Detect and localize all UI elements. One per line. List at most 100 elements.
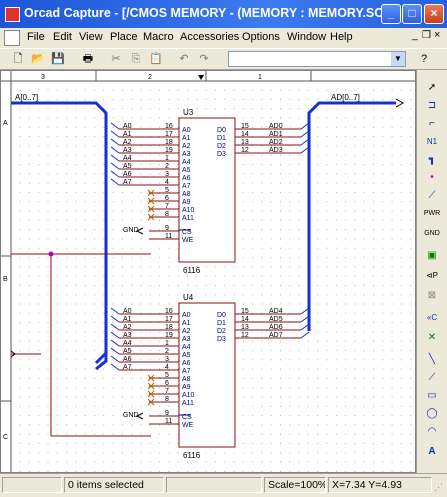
pin-name: WE: [182, 237, 194, 244]
redo-icon[interactable]: ↷: [196, 51, 212, 67]
net-label: A0: [123, 308, 132, 315]
menu-place[interactable]: Place: [110, 31, 138, 43]
print-icon[interactable]: 🖶: [80, 51, 96, 67]
hier-port-icon[interactable]: ⊲P: [423, 268, 441, 284]
net-label: A4: [123, 340, 132, 347]
copy-icon[interactable]: ⎘: [128, 51, 144, 67]
menu-bar: File Edit View Place Macro Accessories O…: [0, 28, 447, 48]
close-button[interactable]: ×: [424, 4, 444, 24]
menu-options[interactable]: Options: [242, 31, 280, 43]
no-connect-icon[interactable]: ✕: [423, 330, 441, 346]
pin-name: A7: [182, 183, 191, 190]
junction-icon[interactable]: •: [423, 170, 441, 186]
pin-name: A11: [182, 215, 194, 222]
gnd-label: GND: [123, 227, 139, 234]
status-items-selected: 0 items selected: [64, 477, 164, 493]
wire-icon[interactable]: ⌐: [423, 116, 441, 132]
doc-icon[interactable]: [4, 30, 20, 46]
rectangle-icon[interactable]: ▭: [423, 388, 441, 404]
undo-icon[interactable]: ↶: [176, 51, 192, 67]
power-icon[interactable]: PWR: [423, 206, 441, 222]
polyline-icon[interactable]: ⟋: [423, 370, 441, 386]
pin-name: A5: [182, 167, 191, 174]
open-icon[interactable]: 📂: [30, 51, 46, 67]
pin-number: 1: [165, 340, 169, 347]
net-label: AD6: [269, 324, 283, 331]
net-label: AD7: [269, 332, 283, 339]
ground-icon[interactable]: GND: [423, 226, 441, 242]
pin-name: WE: [182, 422, 194, 429]
net-label: A5: [123, 348, 132, 355]
maximize-button[interactable]: □: [402, 4, 422, 24]
net-label: A1: [123, 131, 132, 138]
menu-window[interactable]: Window: [287, 31, 326, 43]
minimize-button[interactable]: _: [381, 4, 401, 24]
paste-icon[interactable]: 📋: [148, 51, 164, 67]
save-icon[interactable]: 💾: [50, 51, 66, 67]
pin-number: 7: [165, 203, 169, 210]
pin-number: 8: [165, 211, 169, 218]
resize-grip-icon[interactable]: ⋰: [434, 482, 443, 493]
bus-right-label: AD[0..7]: [331, 93, 360, 102]
ellipse-icon[interactable]: ◯: [423, 406, 441, 422]
pin-name: D3: [217, 336, 226, 343]
text-icon[interactable]: A: [423, 444, 441, 460]
pin-name: A9: [182, 384, 191, 391]
hier-pin-icon[interactable]: ⊠: [423, 288, 441, 304]
chip-ref: U3: [183, 108, 194, 117]
arc-icon[interactable]: ◠: [423, 424, 441, 440]
pin-number: 5: [165, 187, 169, 194]
schematic-canvas[interactable]: 3 2 1 A B C A[0..7] AD[0..7] U3 6116 A0 16 A0…: [0, 70, 416, 473]
line-icon[interactable]: ╲: [423, 352, 441, 368]
pin-name: A10: [182, 392, 195, 399]
part-combo[interactable]: ▼: [228, 51, 406, 67]
pin-number: 15: [241, 123, 249, 130]
pin-name: A4: [182, 344, 191, 351]
pin-number: 3: [165, 171, 169, 178]
net-label: AD2: [269, 139, 283, 146]
part-icon[interactable]: ⊐: [423, 98, 441, 114]
pin-name: A3: [182, 336, 191, 343]
pin-number: 19: [165, 147, 173, 154]
mdi-close-button[interactable]: ×: [434, 29, 440, 41]
pin-number: 16: [165, 123, 173, 130]
menu-view[interactable]: View: [79, 31, 103, 43]
menu-accessories[interactable]: Accessories: [180, 31, 239, 43]
pin-number: 1: [165, 155, 169, 162]
pin-name: A10: [182, 207, 195, 214]
chevron-down-icon[interactable]: ▼: [391, 52, 405, 66]
menu-macro[interactable]: Macro: [143, 31, 174, 43]
net-label: A5: [123, 163, 132, 170]
bus-icon[interactable]: ┓: [423, 152, 441, 168]
net-label: A7: [123, 364, 132, 371]
net-alias-icon[interactable]: N1: [423, 134, 441, 150]
border-letter-a: A: [3, 120, 8, 127]
bus-entry-icon[interactable]: ⟋: [423, 188, 441, 204]
help-icon[interactable]: ?: [416, 51, 432, 67]
mdi-restore-button[interactable]: ❐: [422, 30, 431, 41]
menu-edit[interactable]: Edit: [53, 31, 72, 43]
net-label: A3: [123, 147, 132, 154]
pin-name: A1: [182, 135, 191, 142]
net-label: A6: [123, 356, 132, 363]
pin-number: 14: [241, 316, 249, 323]
new-icon[interactable]: 🗋: [10, 51, 26, 67]
hier-block-icon[interactable]: ▣: [423, 248, 441, 264]
pin-number: 9: [165, 225, 169, 232]
pin-number: 6: [165, 380, 169, 387]
menu-file[interactable]: File: [27, 31, 45, 43]
select-icon[interactable]: ➚: [423, 80, 441, 96]
off-page-icon[interactable]: «C: [423, 310, 441, 326]
pin-name: A2: [182, 328, 191, 335]
cut-icon[interactable]: ✂: [108, 51, 124, 67]
schematic-drawing[interactable]: 3 2 1 A B C A[0..7] AD[0..7] U36116A016A0…: [1, 71, 415, 472]
pin-name: A5: [182, 352, 191, 359]
window-title: Orcad Capture - [/CMOS MEMORY - (MEMORY …: [24, 6, 401, 20]
mdi-minimize-button[interactable]: _: [412, 30, 418, 41]
pin-number: 12: [241, 147, 249, 154]
net-label: AD1: [269, 131, 283, 138]
menu-help[interactable]: Help: [330, 31, 353, 43]
main-toolbar: 🗋 📂 💾 🖶 ✂ ⎘ 📋 ↶ ↷ ▼ ?: [0, 48, 447, 70]
border-number-1: 1: [258, 74, 262, 81]
pin-number: 11: [165, 418, 172, 425]
